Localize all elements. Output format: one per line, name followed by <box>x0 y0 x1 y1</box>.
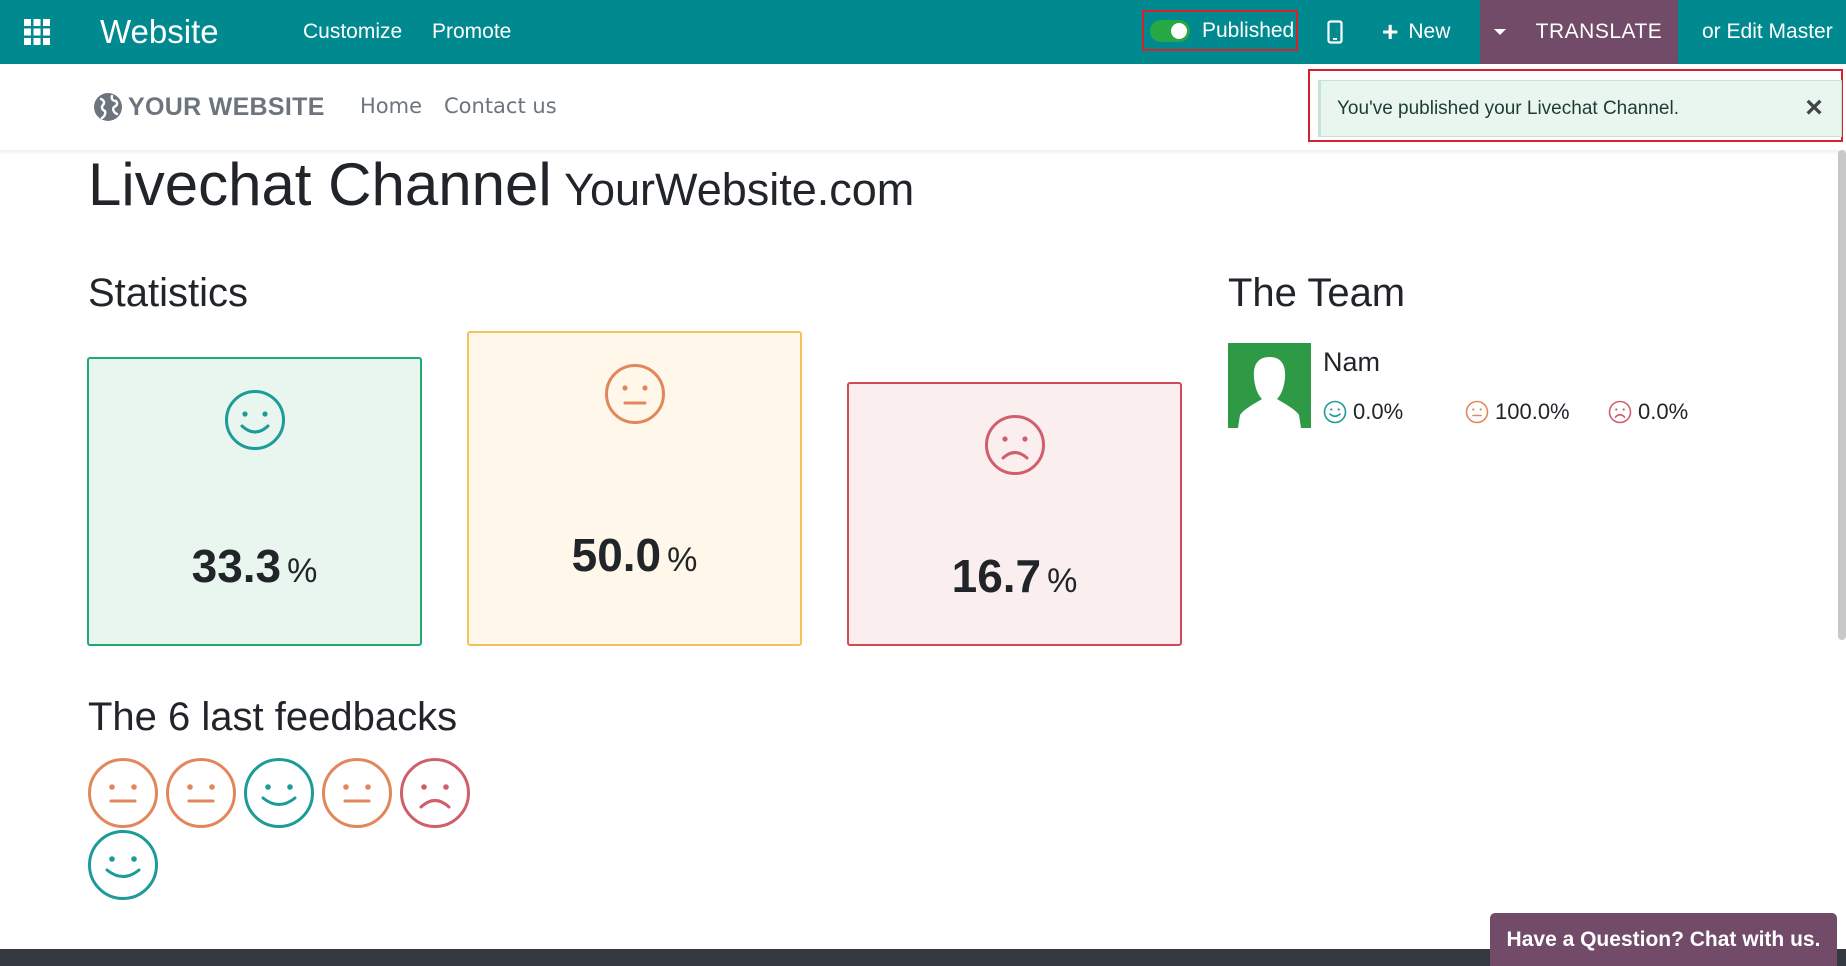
member-rating-sad: 0.0% <box>1608 399 1688 425</box>
stat-card-happy: 33.3% <box>87 357 422 646</box>
user-avatar-icon <box>1228 343 1311 428</box>
site-logo[interactable]: YOUR WEBSITE <box>92 90 325 124</box>
mobile-phone-icon[interactable] <box>1324 0 1346 64</box>
page-title-sub: YourWebsite.com <box>564 164 915 215</box>
livechat-button[interactable]: Have a Question? Chat with us. <box>1490 913 1837 966</box>
grid-icon[interactable] <box>22 0 52 64</box>
stat-value-happy: 33.3% <box>89 539 420 593</box>
stat-number: 33.3 <box>191 540 282 592</box>
new-button[interactable]: + New <box>1382 0 1450 64</box>
caret-down-icon <box>1494 29 1506 35</box>
happy-face-icon <box>87 829 159 901</box>
sad-face-icon <box>984 415 1045 475</box>
menu-customize[interactable]: Customize <box>303 0 402 64</box>
happy-face-icon <box>224 390 285 450</box>
new-label: New <box>1408 20 1451 43</box>
published-label: Published <box>1202 18 1295 42</box>
rating-value: 0.0% <box>1353 399 1404 424</box>
published-toggle[interactable]: Published <box>1142 10 1298 51</box>
happy-face-icon <box>1323 400 1347 424</box>
nav-contact-us[interactable]: Contact us <box>444 94 557 118</box>
team-member-name: Nam <box>1323 347 1381 377</box>
stat-unit: % <box>667 541 698 579</box>
sad-face-icon <box>1608 400 1632 424</box>
avatar <box>1228 343 1311 428</box>
happy-face-icon <box>243 757 315 829</box>
close-icon[interactable]: × <box>1799 93 1829 123</box>
stat-unit: % <box>1047 562 1078 600</box>
stat-number: 16.7 <box>951 550 1042 602</box>
stat-card-neutral: 50.0% <box>467 331 802 646</box>
member-rating-neutral: 100.0% <box>1465 399 1570 425</box>
page-title: Livechat Channel YourWebsite.com <box>88 150 914 219</box>
neutral-face-icon <box>604 364 665 424</box>
edit-master-link[interactable]: or Edit Master <box>1702 0 1833 64</box>
rating-value: 100.0% <box>1495 399 1570 424</box>
logo-text: YOUR WEBSITE <box>128 92 325 121</box>
globe-icon <box>94 93 122 121</box>
stat-unit: % <box>287 552 318 590</box>
notification-message: You've published your Livechat Channel. <box>1337 97 1679 119</box>
statistics-heading: Statistics <box>88 271 249 315</box>
admin-navbar: Website Customize Promote Published + Ne… <box>0 0 1846 64</box>
nav-home[interactable]: Home <box>360 94 422 118</box>
neutral-face-icon <box>1465 400 1489 424</box>
feedbacks-heading: The 6 last feedbacks <box>88 695 458 739</box>
notification-toast: You've published your Livechat Channel. … <box>1318 80 1842 137</box>
stat-value-neutral: 50.0% <box>469 528 800 582</box>
translate-button[interactable]: TRANSLATE <box>1520 0 1678 64</box>
plus-icon: + <box>1382 16 1399 47</box>
toggle-switch[interactable] <box>1150 19 1190 42</box>
page-title-main: Livechat Channel <box>88 151 552 218</box>
app-brand[interactable]: Website <box>100 0 219 64</box>
neutral-face-icon <box>87 757 159 829</box>
stat-value-sad: 16.7% <box>849 549 1180 603</box>
scrollbar[interactable] <box>1838 150 1846 640</box>
menu-promote[interactable]: Promote <box>432 0 511 64</box>
dropdown-toggle-button[interactable] <box>1480 0 1520 64</box>
neutral-face-icon <box>321 757 393 829</box>
team-heading: The Team <box>1228 271 1406 315</box>
stat-card-sad: 16.7% <box>847 382 1182 646</box>
sad-face-icon <box>399 757 471 829</box>
member-rating-happy: 0.0% <box>1323 399 1403 425</box>
rating-value: 0.0% <box>1638 399 1689 424</box>
neutral-face-icon <box>165 757 237 829</box>
stat-number: 50.0 <box>571 529 662 581</box>
